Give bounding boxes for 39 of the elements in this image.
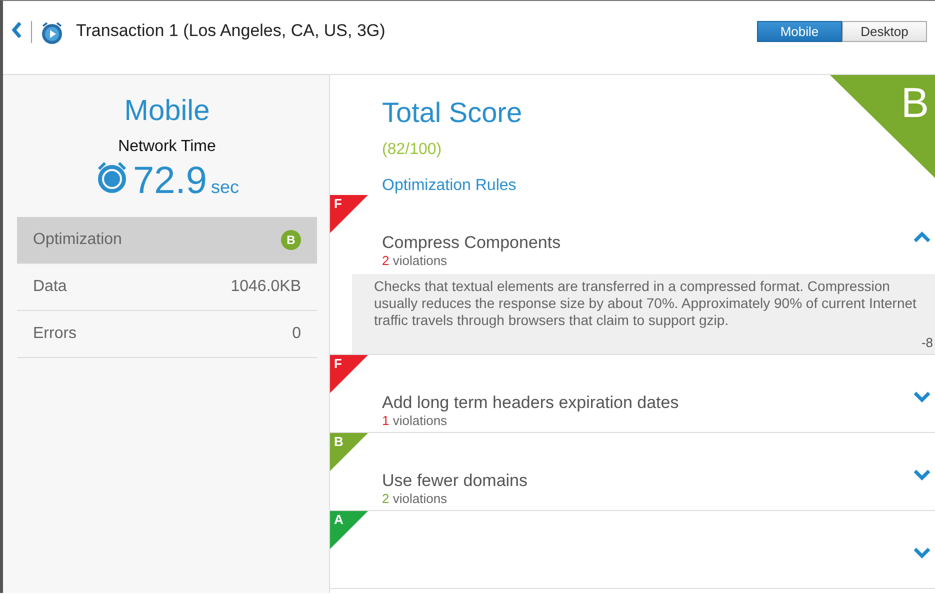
summary-row[interactable]: Errors 0 — [17, 311, 317, 358]
back-icon[interactable] — [11, 21, 23, 39]
chevron-down-icon[interactable] — [913, 469, 931, 481]
network-time-value: 72.9 — [133, 160, 207, 203]
rule-title: Compress Components — [382, 233, 561, 253]
panel-heading: Mobile — [123, 95, 211, 128]
row-value: 1046.0KB — [230, 278, 301, 296]
row-label: Data — [33, 278, 67, 296]
chevron-up-icon[interactable] — [913, 231, 931, 243]
rules-heading: Optimization Rules — [382, 177, 516, 195]
desktop-tab[interactable]: Desktop — [842, 21, 927, 42]
row-label: Errors — [33, 325, 77, 343]
time-unit: sec — [210, 177, 239, 198]
transaction-title: Transaction 1 (Los Angeles, CA, US, 3G) — [76, 21, 386, 41]
grade-badge: B — [281, 230, 301, 250]
mobile-tab[interactable]: Mobile — [757, 21, 842, 42]
metric-label: Network Time — [117, 138, 217, 156]
stopwatch-play-icon — [40, 21, 64, 45]
violations-count: 2 violations — [382, 491, 448, 506]
row-label: Optimization — [33, 231, 122, 249]
grade-letter: F — [334, 196, 342, 211]
score-title: Total Score — [382, 97, 522, 129]
summary-row[interactable]: Optimization B — [17, 217, 317, 264]
stopwatch-icon — [95, 161, 129, 193]
score-value: (82/100) — [382, 141, 443, 159]
chevron-down-icon[interactable] — [913, 391, 931, 403]
chevron-down-icon[interactable] — [913, 547, 931, 559]
summary-row[interactable]: Data 1046.0KB — [17, 264, 317, 311]
points-value: -8 — [921, 335, 933, 350]
grade-letter: B — [334, 434, 344, 449]
rule-description: Checks that textual elements are transferred in a compressed format. Compression usually reduces the response size by about 70%. Approximately 90% of current Internet traffic travels through browsers that claim to support gzip. — [374, 278, 918, 329]
rule-title: Add long term headers expiration dates — [382, 393, 679, 413]
grade-letter: A — [334, 512, 344, 527]
rule-title: Use fewer domains — [382, 471, 528, 491]
grade-letter: F — [334, 356, 342, 371]
grade-letter: B — [900, 79, 929, 127]
row-value: 0 — [292, 325, 301, 343]
violations-count: 2 violations — [382, 253, 448, 268]
violations-count: 1 violations — [382, 413, 448, 428]
